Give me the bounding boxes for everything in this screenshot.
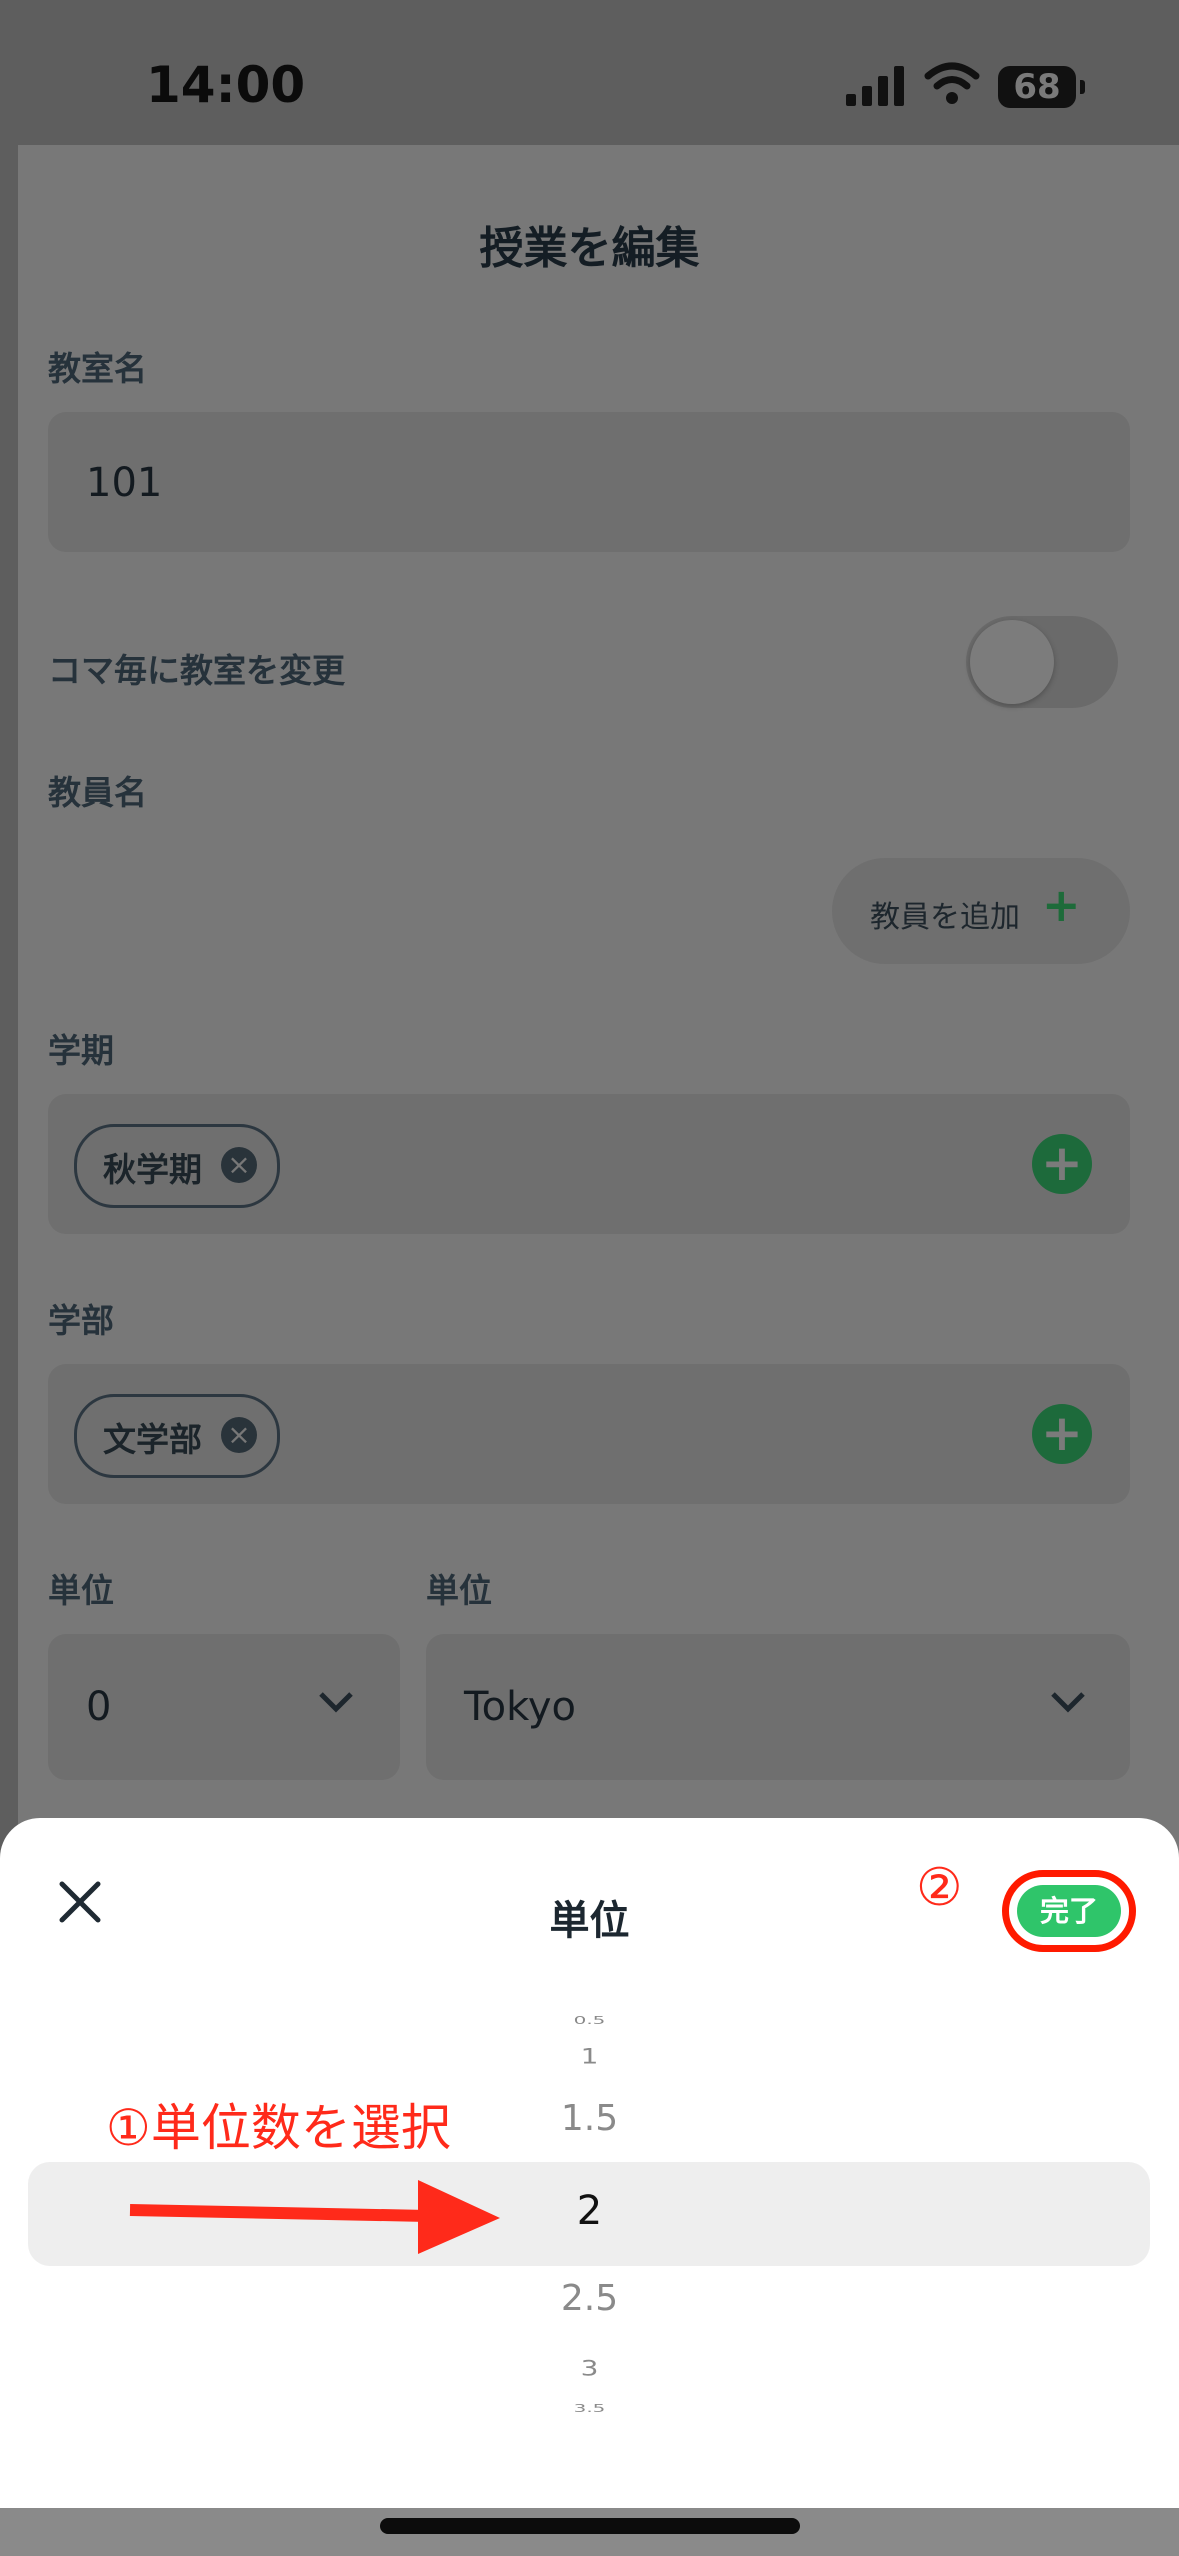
credits-value: 0 xyxy=(86,1684,112,1730)
annotation-step-2: ② xyxy=(916,1858,963,1918)
annotation-arrow-icon xyxy=(129,2180,500,2254)
chevron-down-icon xyxy=(1051,1692,1085,1713)
picker-item[interactable]: 1.5 xyxy=(0,2098,1179,2139)
remove-chip-icon[interactable]: × xyxy=(221,1147,257,1183)
classroom-field[interactable]: 101 xyxy=(48,412,1130,552)
picker-item[interactable]: 3 xyxy=(0,2356,1179,2381)
classroom-label: 教室名 xyxy=(48,349,147,388)
region-value: Tokyo xyxy=(464,1684,576,1730)
faculty-field: 文学部 × + xyxy=(48,1364,1130,1504)
term-field: 秋学期 × + xyxy=(48,1094,1130,1234)
picker-item[interactable]: 3.5 xyxy=(0,2401,1179,2414)
faculty-label: 学部 xyxy=(48,1301,114,1340)
done-button[interactable]: 完了 xyxy=(1017,1885,1121,1937)
region-label: 単位 xyxy=(426,1571,492,1610)
picker-item[interactable]: 2.5 xyxy=(0,2278,1179,2319)
per-period-room-label: コマ毎に教室を変更 xyxy=(48,651,345,690)
add-term-plus-icon[interactable]: + xyxy=(1032,1134,1092,1194)
remove-chip-icon[interactable]: × xyxy=(221,1417,257,1453)
credits-select[interactable]: 0 xyxy=(48,1634,400,1780)
term-chip-label: 秋学期 xyxy=(103,1150,202,1189)
term-chip[interactable]: 秋学期 × xyxy=(74,1124,280,1208)
faculty-chip-label: 文学部 xyxy=(103,1420,202,1459)
region-select[interactable]: Tokyo xyxy=(426,1634,1130,1780)
status-bar: 14:00 68 xyxy=(0,0,1179,145)
battery-cap xyxy=(1080,80,1085,94)
add-faculty-plus-icon[interactable]: + xyxy=(1032,1404,1092,1464)
cellular-signal-icon xyxy=(846,66,904,106)
credits-picker-sheet: 単位 ② 完了 ①単位数を選択 0.5 1 1.5 2 2.5 3 3.5 xyxy=(0,1818,1179,2508)
status-time: 14:00 xyxy=(146,56,306,114)
toggle-knob xyxy=(970,620,1054,704)
page-title: 授業を編集 xyxy=(479,223,700,274)
wifi-icon xyxy=(924,62,980,104)
battery-level: 68 xyxy=(1013,67,1061,107)
done-highlight: 完了 xyxy=(1002,1870,1136,1952)
faculty-chip[interactable]: 文学部 × xyxy=(74,1394,280,1478)
term-label: 学期 xyxy=(48,1031,114,1070)
add-teacher-button[interactable]: 教員を追加 + xyxy=(832,858,1130,964)
teacher-label: 教員名 xyxy=(48,773,147,812)
picker-item[interactable]: 1 xyxy=(0,2044,1179,2069)
plus-icon: + xyxy=(1042,878,1081,932)
add-teacher-label: 教員を追加 xyxy=(870,900,1020,935)
home-indicator[interactable] xyxy=(380,2518,800,2534)
credits-label: 単位 xyxy=(48,1571,114,1610)
picker-item[interactable]: 0.5 xyxy=(0,2013,1179,2026)
battery-icon: 68 xyxy=(998,66,1076,108)
per-period-room-toggle[interactable] xyxy=(966,616,1118,708)
chevron-down-icon xyxy=(319,1692,353,1713)
classroom-value: 101 xyxy=(86,460,163,506)
